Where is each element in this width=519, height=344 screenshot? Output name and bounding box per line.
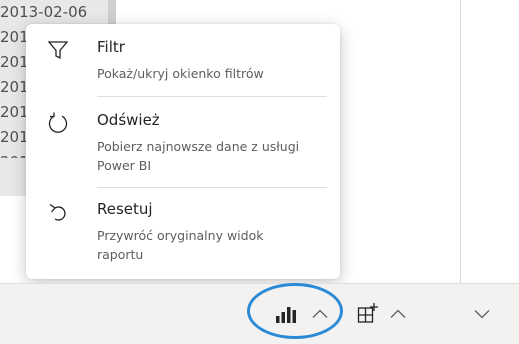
menu-item-description: Pobierz najnowsze dane z usługi Power BI bbox=[97, 139, 300, 173]
pane-divider bbox=[460, 0, 461, 283]
refresh-icon bbox=[46, 111, 70, 135]
report-actions-menu: Filtr Pokaż/ukryj okienko filtrów Odświe… bbox=[26, 24, 340, 279]
menu-item-filter[interactable]: Filtr Pokaż/ukryj okienko filtrów bbox=[26, 24, 340, 96]
bar-chart-icon[interactable] bbox=[272, 302, 300, 326]
bottom-toolbar bbox=[0, 283, 519, 344]
date-cell: 2013-02-06 bbox=[0, 3, 88, 21]
chevron-up-icon[interactable] bbox=[388, 302, 408, 326]
menu-item-title: Filtr bbox=[97, 38, 125, 56]
chevron-up-icon[interactable] bbox=[310, 302, 330, 326]
filter-icon bbox=[46, 38, 70, 62]
menu-item-description: Pokaż/ukryj okienko filtrów bbox=[97, 66, 264, 81]
menu-item-refresh[interactable]: Odśwież Pobierz najnowsze dane z usługi … bbox=[26, 97, 340, 187]
add-visual-icon[interactable] bbox=[355, 300, 381, 326]
menu-item-title: Resetuj bbox=[97, 200, 153, 218]
reset-icon bbox=[46, 200, 70, 224]
menu-item-reset[interactable]: Resetuj Przywróć oryginalny widok raport… bbox=[26, 188, 340, 278]
chevron-down-icon[interactable] bbox=[472, 302, 492, 326]
menu-item-description: Przywróć oryginalny widok raportu bbox=[97, 228, 264, 262]
menu-item-title: Odśwież bbox=[97, 111, 160, 129]
